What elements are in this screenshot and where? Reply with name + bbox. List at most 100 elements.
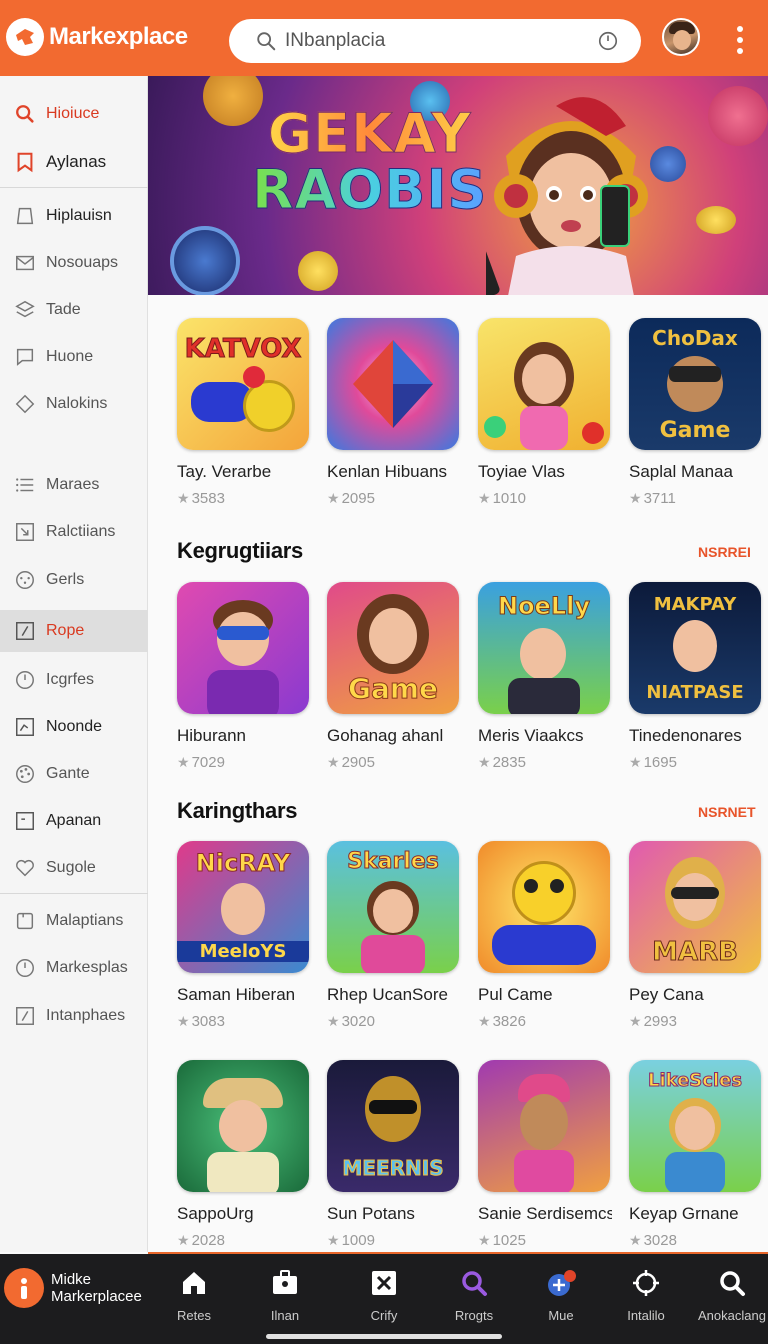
app-card[interactable]: MAKPAY NIATPASE Tinedenonares ★ 1695 [629,582,763,771]
nav-item-crify[interactable]: Crify [344,1268,424,1323]
app-icon[interactable]: LikeScles [629,1060,761,1192]
banner-title: GEKAY RAOBIS [251,105,488,221]
inbox-icon [372,1271,396,1295]
sidebar-item-label: Tade [46,301,81,318]
app-icon[interactable] [478,841,610,973]
app-icon[interactable] [177,582,309,714]
app-card[interactable]: Hiburann ★ 7029 [177,582,311,771]
more-vertical-icon[interactable] [728,26,752,54]
nav-item-mue[interactable]: Mue [521,1268,601,1323]
nav-item-ilnan[interactable]: Ilnan [245,1268,325,1323]
briefcase-icon [273,1270,297,1294]
app-icon[interactable] [177,1060,309,1192]
app-card[interactable]: ChoDax Game Saplal Manaa ★ 3711 [629,318,763,507]
sidebar-item-apanan[interactable]: Apanan [0,800,148,842]
app-name: SappoUrg [177,1204,254,1223]
sidebar-item-label: Sugole [46,859,96,876]
bookmark-icon [17,152,33,173]
app-card[interactable]: Pul Came ★ 3826 [478,841,612,1030]
sidebar-item-maraes[interactable]: Maraes [0,464,148,506]
sidebar-item-malaptians[interactable]: Malaptians [0,900,148,942]
sidebar-item-gerls[interactable]: Gerls [0,559,148,601]
app-card[interactable]: Toyiae Vlas ★ 1010 [478,318,612,507]
app-card[interactable]: Sanie Serdisemcs ★ 1025 [478,1060,612,1249]
brand-logo-icon [6,18,44,56]
app-name: Tinedenonares [629,726,742,745]
app-icon[interactable]: Game [327,582,459,714]
app-icon[interactable] [478,318,610,450]
search-input[interactable] [285,26,585,56]
search-bar[interactable] [229,19,641,63]
app-card[interactable]: MARB Pey Cana ★ 2993 [629,841,763,1030]
sidebar-item-ralctiians[interactable]: Ralctiians [0,511,148,553]
app-rating: ★ 3020 [327,1013,375,1030]
bottom-brand[interactable]: Midke Markerplacee [4,1268,142,1308]
timer-icon[interactable] [597,30,619,52]
app-icon[interactable]: NicRAY MeeloYS [177,841,309,973]
sidebar-item-noonde[interactable]: Noonde [0,706,148,748]
app-card[interactable]: NoeLly Meris Viaakcs ★ 2835 [478,582,612,771]
nav-item-anokaclang[interactable]: Anokaclang [692,1268,768,1323]
tag-icon [16,207,34,225]
app-icon[interactable] [478,1060,610,1192]
app-rating: ★ 2095 [327,490,375,507]
sidebar: Hioiuce Aylanas Hiplauisn Nosouaps Tade … [0,76,148,1252]
app-icon[interactable] [327,318,459,450]
sidebar-item-tade[interactable]: Tade [0,289,148,331]
app-icon[interactable]: MEERNIS [327,1060,459,1192]
section-see-more-link[interactable]: NSRREI [698,544,751,560]
app-icon[interactable]: MAKPAY NIATPASE [629,582,761,714]
hero-banner[interactable]: GEKAY RAOBIS [148,76,768,295]
sidebar-item-hioiuce[interactable]: Hioiuce [0,93,148,135]
star-icon: ★ [327,1232,340,1248]
app-icon[interactable]: ChoDax Game [629,318,761,450]
app-card[interactable]: LikeScles Keyap Grnane ★ 3028 [629,1060,763,1249]
chart-box-icon [16,718,34,736]
dots-circle-icon [16,571,34,589]
edit-box-icon [16,1007,34,1025]
sidebar-item-label: Maraes [46,476,100,493]
app-card[interactable]: Skarles Rhep UcanSore ★ 3020 [327,841,461,1030]
app-card[interactable]: KATVOX Tay. Verarbe ★ 3583 [177,318,311,507]
sidebar-item-nalokins[interactable]: Nalokins [0,383,148,425]
brand-logo[interactable]: Markexplace [6,18,188,56]
app-card[interactable]: SappoUrg ★ 2028 [177,1060,311,1249]
sidebar-item-aylanas[interactable]: Aylanas [0,141,148,183]
app-card[interactable]: Game Gohanag ahanl ★ 2905 [327,582,461,771]
app-card[interactable]: NicRAY MeeloYS Saman Hiberan ★ 3083 [177,841,311,1030]
stack-icon [15,300,35,318]
nav-item-intalilo[interactable]: Intalilo [606,1268,686,1323]
star-icon: ★ [177,490,190,506]
nav-item-rrogts[interactable]: Rrogts [434,1268,514,1323]
app-icon[interactable]: MARB [629,841,761,973]
nav-item-retes[interactable]: Retes [154,1268,234,1323]
top-bar: Markexplace [0,0,768,76]
heart-icon [16,859,34,877]
sidebar-item-icgrfes[interactable]: Icgrfes [0,659,148,701]
app-card[interactable]: Kenlan Hibuans ★ 2095 [327,318,461,507]
banner-title-line2: RAOBIS [251,158,488,221]
box-icon [16,912,34,930]
app-rating: ★ 3028 [629,1232,677,1249]
app-name: Sanie Serdisemcs [478,1204,612,1223]
sidebar-item-rope[interactable]: Rope [0,610,148,652]
app-icon[interactable]: KATVOX [177,318,309,450]
app-icon[interactable]: Skarles [327,841,459,973]
sidebar-item-intanphaes[interactable]: Intanphaes [0,995,148,1037]
app-icon[interactable]: NoeLly [478,582,610,714]
sidebar-item-label: Apanan [46,812,102,829]
sidebar-item-hiplauisn[interactable]: Hiplauisn [0,195,148,237]
sidebar-item-nosouaps[interactable]: Nosouaps [0,242,148,284]
section-see-more-link[interactable]: NSRNET [698,804,756,820]
app-card[interactable]: MEERNIS Sun Potans ★ 1009 [327,1060,461,1249]
sidebar-item-markesplas[interactable]: Markesplas [0,947,148,989]
app-rating: ★ 2993 [629,1013,677,1030]
user-avatar[interactable] [662,18,700,56]
sidebar-item-label: Hioiuce [46,105,100,122]
sidebar-item-sugole[interactable]: Sugole [0,847,148,889]
app-rating: ★ 2905 [327,754,375,771]
sidebar-item-gante[interactable]: Gante [0,753,148,795]
star-icon: ★ [478,1013,491,1029]
sidebar-item-label: Intanphaes [46,1007,126,1024]
sidebar-item-huone[interactable]: Huone [0,336,148,378]
